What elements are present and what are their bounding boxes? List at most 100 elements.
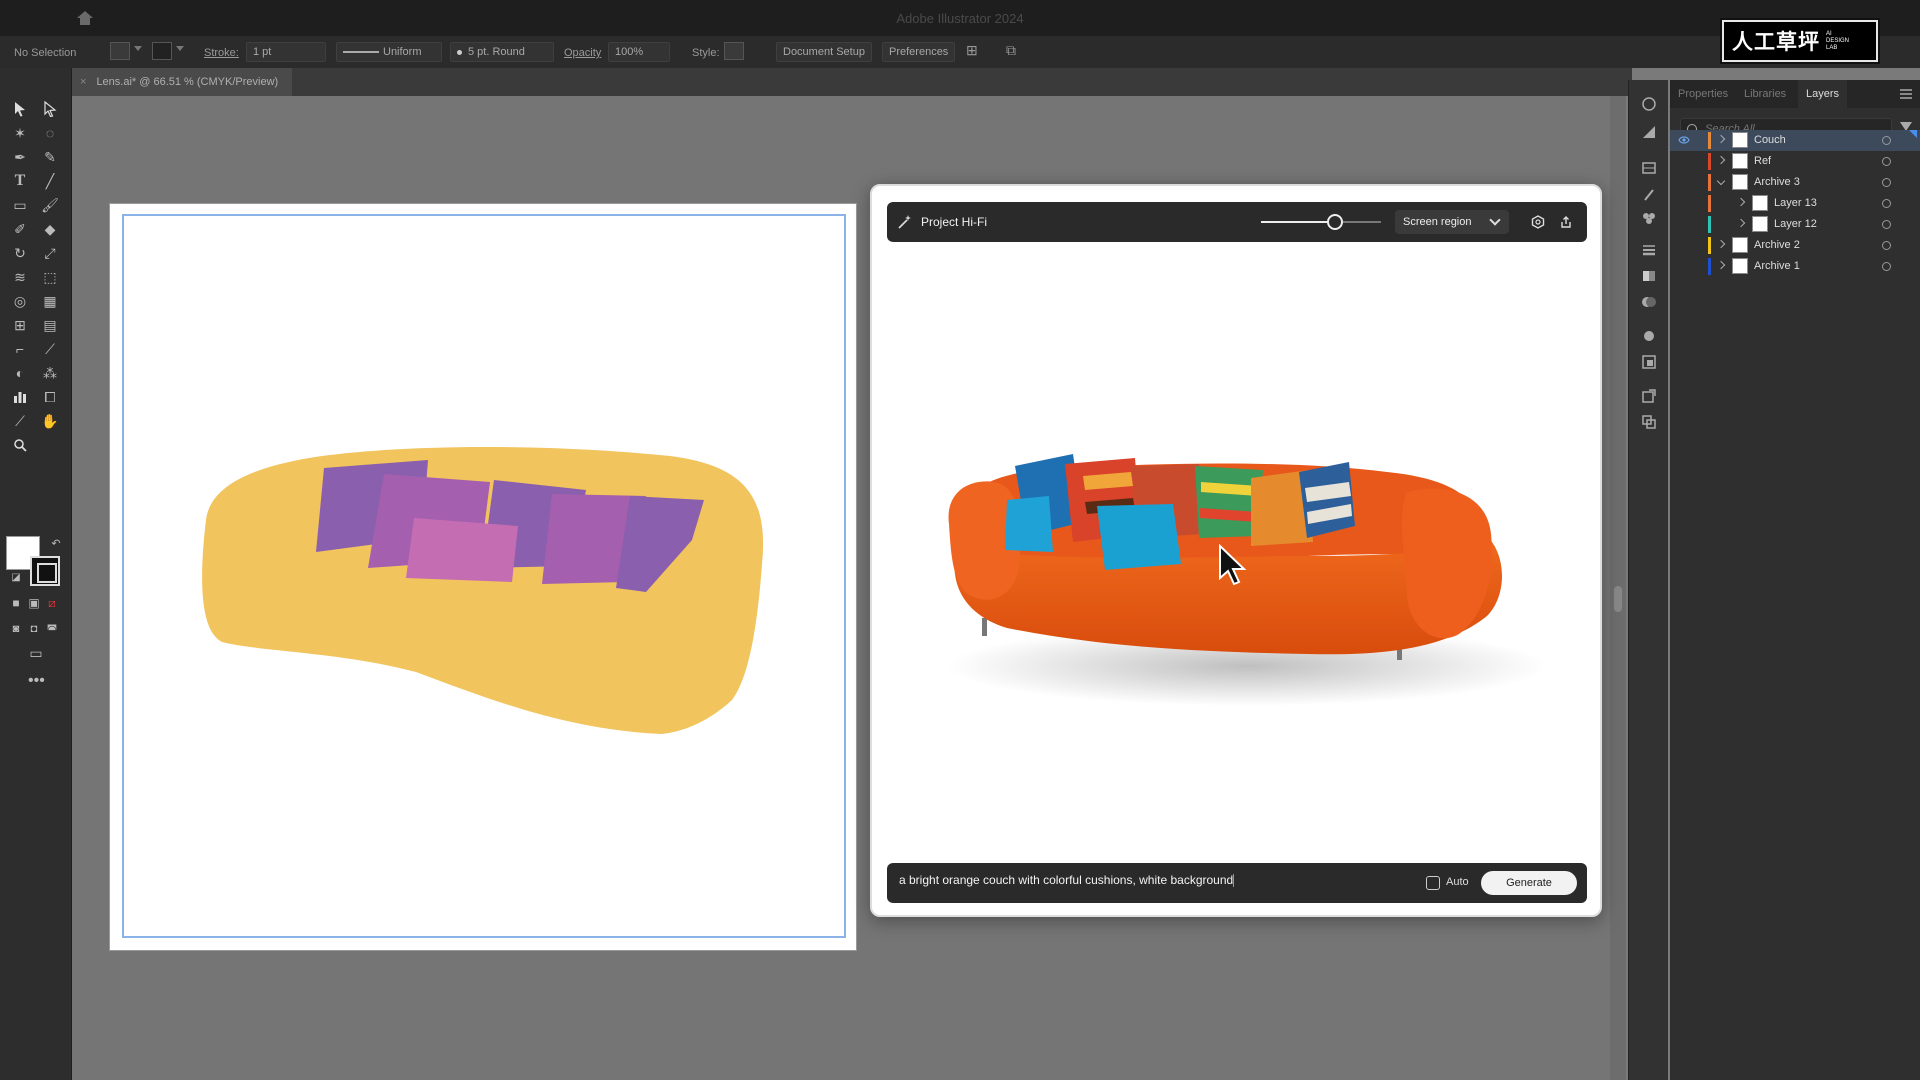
fill-swatch[interactable] [110, 42, 130, 60]
learn-icon[interactable] [1639, 94, 1659, 114]
zoom-tool-icon[interactable] [8, 434, 32, 456]
slider-handle[interactable] [1327, 214, 1344, 230]
graphic-styles-icon[interactable] [1639, 352, 1659, 372]
blend-tool-icon[interactable]: ◐ [8, 362, 32, 384]
screen-mode-icon[interactable]: ▭ [24, 642, 48, 664]
auto-checkbox[interactable] [1426, 876, 1440, 890]
tab-layers[interactable]: Layers [1798, 80, 1848, 108]
stroke-panel-icon[interactable] [1639, 240, 1659, 260]
stroke-label[interactable]: Stroke: [204, 44, 239, 62]
capture-region-select[interactable]: Screen region [1395, 210, 1509, 234]
layer-row[interactable]: Archive 3 [1670, 172, 1920, 193]
eraser-tool-icon[interactable]: ◆ [38, 218, 62, 240]
expand-chevron-icon[interactable] [1716, 134, 1726, 144]
perspective-grid-tool-icon[interactable]: ▦ [38, 290, 62, 312]
rotate-tool-icon[interactable]: ↻ [8, 242, 32, 264]
gradient-panel-icon[interactable] [1639, 266, 1659, 286]
expand-chevron-icon[interactable] [1716, 239, 1726, 249]
scrollbar-thumb[interactable] [1614, 586, 1622, 612]
preferences-button[interactable]: Preferences [882, 42, 956, 62]
transform-icon[interactable]: ⧉ [1006, 41, 1016, 59]
fill-dropdown-icon[interactable] [134, 46, 142, 51]
draw-inside-icon[interactable]: ◚ [40, 618, 64, 640]
properties-icon[interactable] [1639, 122, 1659, 142]
expand-chevron-icon[interactable] [1736, 197, 1746, 207]
curvature-tool-icon[interactable]: ✎ [38, 146, 62, 168]
layer-target-icon[interactable] [1882, 262, 1891, 271]
default-colors-icon[interactable]: ◪ [4, 566, 28, 588]
stroke-color-box[interactable] [30, 556, 60, 586]
pillow-6-shape[interactable] [406, 518, 518, 582]
none-mode-icon[interactable]: ⧄ [40, 592, 64, 614]
libraries-icon[interactable] [1639, 158, 1659, 178]
generate-button[interactable]: Generate [1481, 871, 1577, 895]
vertical-scrollbar[interactable] [1610, 96, 1626, 1080]
layer-target-icon[interactable] [1882, 136, 1891, 145]
visibility-eye-icon[interactable] [1678, 240, 1690, 250]
export-panel-icon[interactable] [1639, 386, 1659, 406]
panel-menu-icon[interactable] [1900, 89, 1912, 99]
layer-target-icon[interactable] [1882, 220, 1891, 229]
expand-chevron-icon[interactable] [1716, 260, 1726, 270]
lasso-tool-icon[interactable]: ◌ [38, 122, 62, 144]
transparency-icon[interactable] [1639, 292, 1659, 312]
shaper-tool-icon[interactable]: ✐ [8, 218, 32, 240]
layer-target-icon[interactable] [1882, 199, 1891, 208]
tab-libraries[interactable]: Libraries [1736, 80, 1794, 108]
layer-row[interactable]: Layer 12 [1670, 214, 1920, 235]
shape-builder-tool-icon[interactable]: ◎ [8, 290, 32, 312]
artboards-icon[interactable] [1639, 412, 1659, 432]
brushes-icon[interactable] [1639, 184, 1659, 204]
edit-toolbar-icon[interactable]: ••• [28, 672, 45, 690]
layer-target-icon[interactable] [1882, 157, 1891, 166]
layer-target-icon[interactable] [1882, 178, 1891, 187]
opacity-label[interactable]: Opacity [564, 44, 601, 62]
warp-tool-icon[interactable]: ≋ [8, 266, 32, 288]
stroke-swatch[interactable] [152, 42, 172, 60]
type-tool-icon[interactable]: T [8, 170, 32, 192]
stroke-dropdown-icon[interactable] [176, 46, 184, 51]
export-icon[interactable] [1555, 211, 1577, 233]
graphic-style-swatch[interactable] [724, 42, 744, 60]
eyedropper-tool-icon[interactable]: ⌐ [8, 338, 32, 360]
close-tab-icon[interactable]: × [80, 76, 86, 88]
couch-sketch[interactable] [110, 204, 858, 952]
layer-row[interactable]: Couch [1670, 130, 1920, 151]
document-setup-button[interactable]: Document Setup [776, 42, 872, 62]
visibility-eye-icon[interactable] [1678, 261, 1690, 271]
align-icon[interactable]: ⊞ [966, 41, 978, 59]
direct-selection-tool-icon[interactable] [38, 98, 62, 120]
rectangle-tool-icon[interactable]: ▭ [8, 194, 32, 216]
selection-tool-icon[interactable] [8, 98, 32, 120]
document-tab[interactable]: × Lens.ai* @ 66.51 % (CMYK/Preview) [72, 68, 292, 96]
tab-properties[interactable]: Properties [1670, 80, 1736, 108]
visibility-eye-icon[interactable] [1678, 156, 1690, 166]
layer-row[interactable]: Ref [1670, 151, 1920, 172]
artboard[interactable] [109, 203, 857, 951]
column-graph-tool-icon[interactable] [8, 386, 32, 408]
prompt-input[interactable]: a bright orange couch with colorful cush… [899, 873, 1379, 893]
free-transform-tool-icon[interactable]: ⬚ [38, 266, 62, 288]
symbols-icon[interactable] [1639, 208, 1659, 228]
visibility-eye-icon[interactable] [1678, 135, 1690, 145]
variable-width-profile[interactable]: Uniform [336, 42, 442, 62]
swap-fill-stroke-icon[interactable]: ↶ [44, 532, 68, 554]
line-tool-icon[interactable]: ╱ [38, 170, 62, 192]
measure-tool-icon[interactable]: ⟋ [38, 338, 62, 360]
creativity-slider[interactable] [1261, 214, 1381, 230]
stroke-weight-field[interactable]: 1 pt [246, 42, 326, 62]
pen-tool-icon[interactable]: ✒ [8, 146, 32, 168]
layer-row[interactable]: Archive 2 [1670, 235, 1920, 256]
layer-target-icon[interactable] [1882, 241, 1891, 250]
visibility-eye-icon[interactable] [1678, 198, 1690, 208]
layer-row[interactable]: Layer 13 [1670, 193, 1920, 214]
settings-hex-icon[interactable] [1527, 211, 1549, 233]
symbol-sprayer-tool-icon[interactable]: ⁂ [38, 362, 62, 384]
artboard-tool-icon[interactable]: ⧠ [38, 386, 62, 408]
brush-definition[interactable]: 5 pt. Round [450, 42, 554, 62]
magic-wand-tool-icon[interactable]: ✶ [8, 122, 32, 144]
paintbrush-tool-icon[interactable]: 🖌 [38, 194, 62, 216]
slice-tool-icon[interactable]: ⟋ [8, 410, 32, 432]
appearance-icon[interactable] [1639, 326, 1659, 346]
visibility-eye-icon[interactable] [1678, 219, 1690, 229]
